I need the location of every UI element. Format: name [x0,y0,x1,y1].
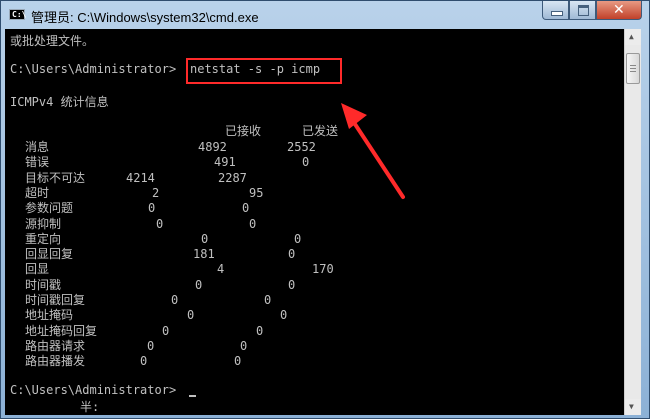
stat-received: 0 [187,308,195,322]
stat-received: 491 [214,155,236,169]
window-title: 管理员: C:\Windows\system32\cmd.exe [31,10,259,25]
command-highlight-box [186,58,342,84]
stat-received: 0 [162,324,170,338]
scroll-thumb[interactable] [626,53,640,84]
stat-label: 超时 [25,186,50,200]
text-cursor [189,395,196,397]
stat-label: 地址掩码回复 [25,324,98,338]
stat-sent: 170 [312,262,334,276]
stat-sent: 0 [249,217,257,231]
stat-sent: 0 [240,339,248,353]
stat-label: 参数问题 [25,201,74,215]
scroll-up-button[interactable]: ▲ [625,29,641,45]
column-header-received: 已接收 [225,124,262,138]
stat-received: 0 [156,217,164,231]
stat-label: 地址掩码 [25,308,74,322]
stat-label: 回显回复 [25,247,74,261]
stat-sent: 0 [242,201,250,215]
stat-sent: 0 [264,293,272,307]
arrow-head [341,103,367,129]
close-button[interactable]: ✕ [596,1,642,20]
stat-received: 0 [148,201,156,215]
stat-label: 路由器播发 [25,354,86,368]
stat-sent: 0 [280,308,288,322]
annotation-arrow [341,103,405,199]
stat-label: 回显 [25,262,50,276]
console-output[interactable]: 或批处理文件。 C:\Users\Administrator> netstat … [5,29,624,415]
stat-sent: 0 [302,155,310,169]
stat-label: 错误 [25,155,50,169]
scroll-up-icon: ▲ [629,32,634,41]
stat-received: 0 [140,354,148,368]
stat-received: 0 [201,232,209,246]
stat-sent: 0 [294,232,302,246]
stat-sent: 95 [249,186,264,200]
stat-received: 0 [171,293,179,307]
prompt-line-1: C:\Users\Administrator> [10,62,177,76]
stat-received: 0 [147,339,155,353]
minimize-button[interactable] [542,1,569,20]
stat-received: 0 [195,278,203,292]
title-bar[interactable]: C:\ 管理员: C:\Windows\system32\cmd.exe ✕ [1,1,650,29]
stat-label: 消息 [25,140,50,154]
ime-status: 半: [80,400,100,414]
close-icon: ✕ [613,2,625,18]
vertical-scrollbar[interactable]: ▲ ▼ [624,29,641,415]
stat-sent: 0 [288,278,296,292]
scroll-down-icon: ▼ [629,402,634,411]
maximize-icon [578,5,589,16]
scroll-down-button[interactable]: ▼ [625,399,641,415]
app-icon-label: C:\ [12,10,27,19]
console-line-prev: 或批处理文件。 [10,34,95,48]
stat-sent: 2552 [287,140,316,154]
stat-received: 4 [217,262,225,276]
cmd-window: C:\ 管理员: C:\Windows\system32\cmd.exe ✕ 或… [0,0,650,419]
prompt-line-2: C:\Users\Administrator> [10,383,177,397]
arrow-shaft [347,113,405,199]
maximize-button[interactable] [569,1,596,20]
stat-sent: 0 [234,354,242,368]
minimize-icon [551,11,563,16]
cmd-app-icon[interactable]: C:\ [9,9,27,20]
stat-sent: 0 [256,324,264,338]
stat-received: 2 [152,186,160,200]
stat-received: 4892 [198,140,227,154]
stat-label: 目标不可达 [25,171,86,185]
section-title: ICMPv4 统计信息 [10,95,109,109]
stat-sent: 2287 [218,171,247,185]
stat-label: 路由器请求 [25,339,86,353]
stat-label: 源抑制 [25,217,62,231]
stat-sent: 0 [288,247,296,261]
stat-received: 4214 [126,171,155,185]
stat-label: 时间戳回复 [25,293,86,307]
stat-received: 181 [193,247,215,261]
stat-label: 时间戳 [25,278,62,292]
stat-label: 重定向 [25,232,62,246]
column-header-sent: 已发送 [302,124,339,138]
